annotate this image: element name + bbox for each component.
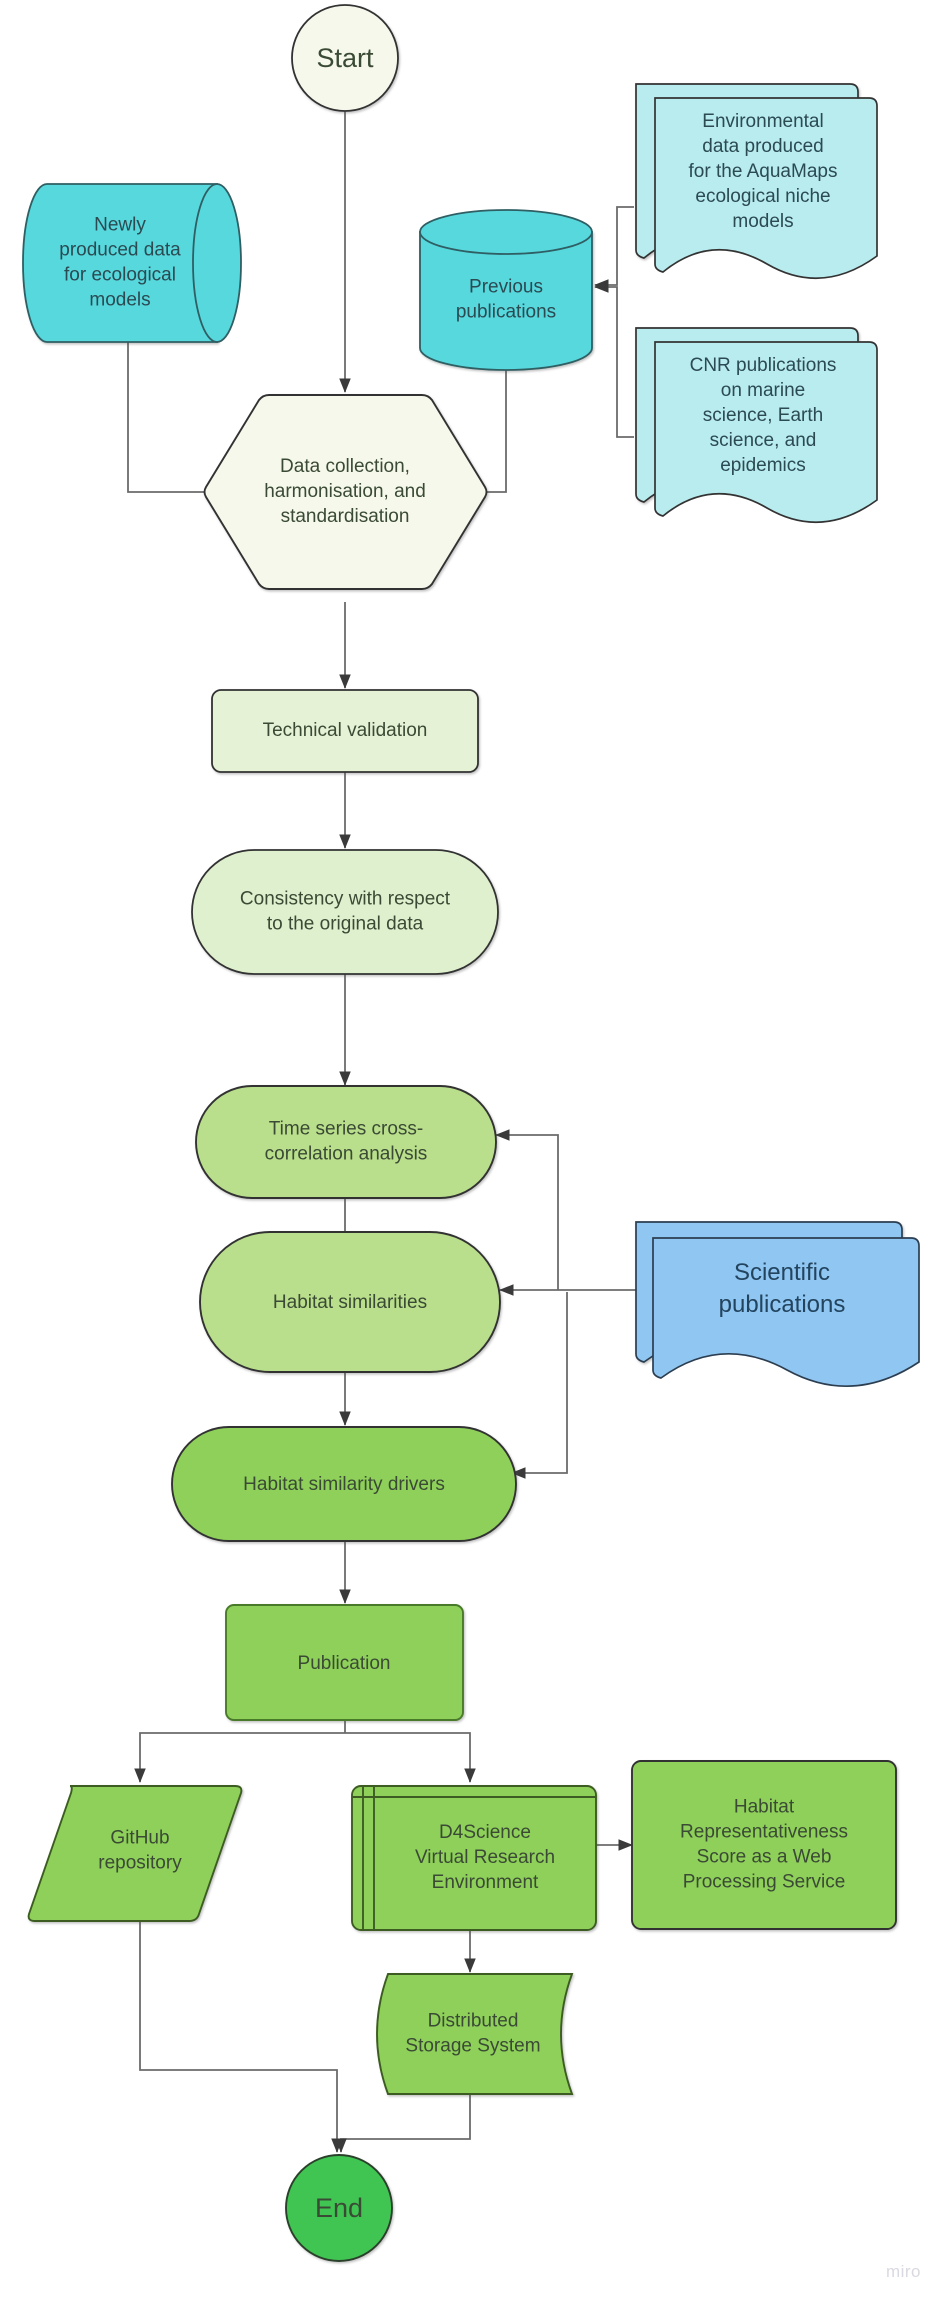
node-distributed-storage[interactable]: Distributed Storage System [376, 1973, 574, 2095]
cylinder-top-cap [419, 209, 593, 255]
node-scientific-publications[interactable]: Scientific publications [635, 1221, 920, 1388]
habitat-similarity-drivers-label: Habitat similarity drivers [243, 1474, 445, 1495]
habitat-similarities-label: Habitat similarities [273, 1292, 427, 1313]
node-habitat-representativeness[interactable]: Habitat Representativeness Score as a Web P… [631, 1760, 897, 1930]
stadium-shape [195, 1085, 497, 1199]
technical-validation-label: Technical validation [263, 720, 428, 741]
edge-scientific-publications-to-drivers [511, 1292, 568, 1479]
cylinder-end-cap [192, 183, 242, 343]
node-d4science-vre[interactable]: D4Science Virtual Research Environment [351, 1785, 597, 1931]
edge-github-to-end [139, 1915, 343, 2153]
node-data-collection[interactable]: Data collection, harmonisation, and standa… [203, 394, 488, 590]
node-previous-publications[interactable]: Previous publications [419, 209, 593, 371]
end-label: End [315, 2193, 363, 2223]
edge-envdata-to-previouspubs [594, 206, 634, 291]
publication-label: Publication [298, 1653, 391, 1674]
node-technical-validation[interactable]: Technical validation [211, 689, 479, 773]
node-habitat-similarities[interactable]: Habitat similarities [199, 1231, 501, 1373]
node-environmental-data[interactable]: Environmental data produced for the AquaMa… [635, 83, 878, 280]
start-label: Start [316, 43, 374, 73]
edge-cnrpubs-to-previouspubs [594, 281, 634, 438]
edge-distributed-storage-to-end [335, 2094, 471, 2153]
edge-publication-to-d4science [345, 1732, 476, 1783]
rounded-rect-shape [631, 1760, 897, 1930]
node-cnr-publications[interactable]: CNR publications on marine science, Earth s… [635, 327, 878, 524]
flowchart-diagram: Start Newly produced data for ecological mo… [22, 4, 920, 2262]
node-publication[interactable]: Publication [225, 1604, 464, 1721]
cylinder-body [22, 183, 218, 343]
stadium-shape [191, 849, 499, 975]
node-github-repository[interactable]: GitHub repository [27, 1785, 243, 1922]
node-end[interactable]: End [285, 2154, 393, 2262]
node-newly-produced-data[interactable]: Newly produced data for ecological models [22, 183, 242, 343]
data-collection-label: Data collection, harmonisation, and standa… [264, 456, 426, 527]
node-habitat-similarity-drivers[interactable]: Habitat similarity drivers [171, 1426, 517, 1542]
node-start[interactable]: Start [291, 4, 399, 112]
direct-data-shape [376, 1973, 574, 2095]
edge-publication-to-github [134, 1732, 345, 1783]
node-consistency[interactable]: Consistency with respect to the original … [191, 849, 499, 975]
edge-scientific-publications-to-time-series [495, 1129, 559, 1290]
node-time-series[interactable]: Time series cross-correlation analysis [195, 1085, 497, 1199]
miro-watermark: miro [885, 2262, 921, 2281]
flowchart-canvas: Start Newly produced data for ecological mo… [0, 0, 943, 2300]
